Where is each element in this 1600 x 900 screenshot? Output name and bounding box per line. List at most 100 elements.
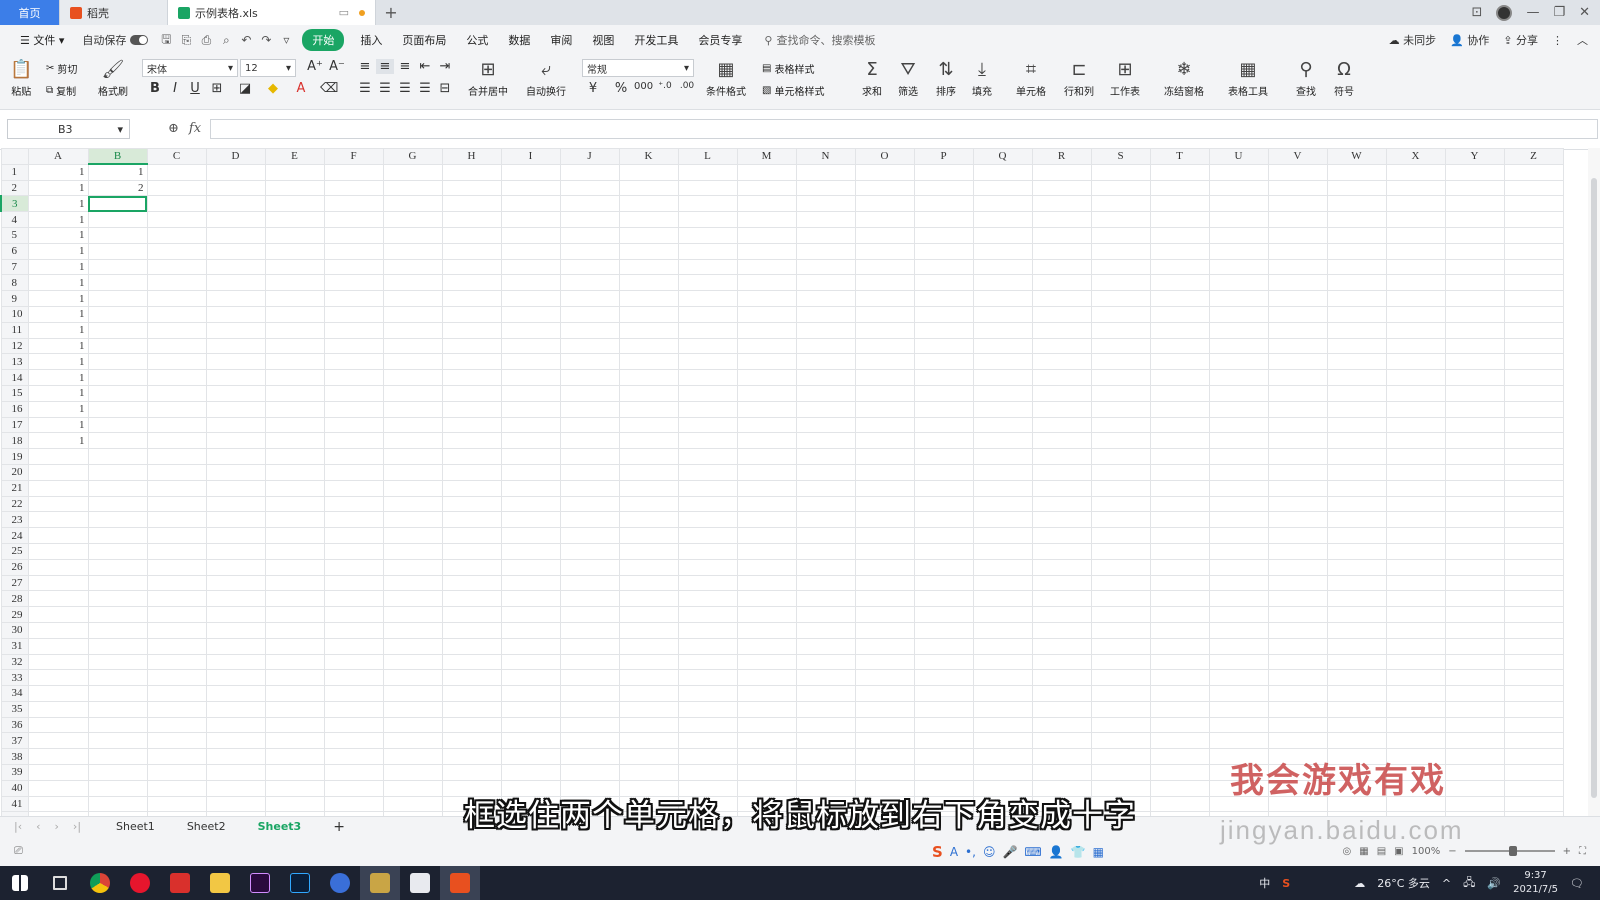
monitor-icon[interactable]: ▭ (339, 6, 349, 19)
cell-y27[interactable] (1444, 574, 1505, 592)
language-indicator[interactable]: 中 (1259, 875, 1270, 891)
cell-h12[interactable] (441, 337, 502, 355)
cell-n1[interactable] (795, 163, 856, 181)
cell-w13[interactable] (1326, 353, 1387, 371)
cell-h8[interactable] (441, 274, 502, 292)
close-icon[interactable]: ✕ (1579, 5, 1590, 20)
cell-e15[interactable] (264, 384, 325, 402)
cell-j35[interactable] (559, 700, 620, 718)
cell-i17[interactable] (500, 416, 561, 434)
cell-w16[interactable] (1326, 400, 1387, 418)
cell-q3[interactable] (972, 195, 1033, 213)
cell-d23[interactable] (205, 511, 266, 529)
cell-j26[interactable] (559, 558, 620, 576)
cell-i31[interactable] (500, 637, 561, 655)
cell-r8[interactable] (1031, 274, 1092, 292)
cell-x7[interactable] (1385, 258, 1446, 276)
cell-s15[interactable] (1090, 384, 1151, 402)
cell-i13[interactable] (500, 353, 561, 371)
cell-v8[interactable] (1267, 274, 1328, 292)
column-header-h[interactable]: H (441, 148, 502, 165)
cell-k11[interactable] (618, 321, 679, 339)
cell-j23[interactable] (559, 511, 620, 529)
cell-c30[interactable] (146, 621, 207, 639)
cell-k14[interactable] (618, 369, 679, 386)
cell-v32[interactable] (1267, 653, 1328, 671)
cell-t6[interactable] (1149, 242, 1210, 260)
cell-k13[interactable] (618, 353, 679, 371)
cell-m28[interactable] (736, 590, 797, 608)
cell-f19[interactable] (323, 448, 384, 465)
cell-r24[interactable] (1031, 527, 1092, 544)
cell-q30[interactable] (972, 621, 1033, 639)
cell-y19[interactable] (1444, 448, 1505, 465)
cell-s6[interactable] (1090, 242, 1151, 260)
cell-n38[interactable] (795, 748, 856, 766)
cell-s12[interactable] (1090, 337, 1151, 355)
cell-v11[interactable] (1267, 321, 1328, 339)
person-icon[interactable]: 👤 (1049, 845, 1064, 859)
cell-h31[interactable] (441, 637, 502, 655)
font-size-select[interactable]: 12 ▾ (240, 59, 296, 77)
cell-u24[interactable] (1208, 527, 1269, 544)
cell-j30[interactable] (559, 621, 620, 639)
cell-u19[interactable] (1208, 448, 1269, 465)
column-header-b[interactable]: B (87, 148, 148, 166)
cell-e25[interactable] (264, 542, 325, 560)
cell-y8[interactable] (1444, 274, 1505, 292)
cell-t37[interactable] (1149, 732, 1210, 750)
cell-t39[interactable] (1149, 764, 1210, 781)
cell-b12[interactable] (87, 337, 148, 355)
print-icon[interactable]: ⎙ (198, 33, 214, 48)
column-header-q[interactable]: Q (972, 148, 1033, 165)
cell-h21[interactable] (441, 479, 502, 497)
cell-m22[interactable] (736, 495, 797, 513)
cell-w34[interactable] (1326, 685, 1387, 702)
cell-y25[interactable] (1444, 542, 1505, 560)
row-header[interactable]: 38 (0, 748, 29, 766)
cell-x15[interactable] (1385, 384, 1446, 402)
cell-o22[interactable] (854, 495, 915, 513)
cell-v17[interactable] (1267, 416, 1328, 434)
cell-x13[interactable] (1385, 353, 1446, 371)
cell-y3[interactable] (1444, 195, 1505, 213)
cell-x1[interactable] (1385, 163, 1446, 181)
cell-c34[interactable] (146, 685, 207, 702)
cell-m20[interactable] (736, 463, 797, 481)
cell-q25[interactable] (972, 542, 1033, 560)
cell-z18[interactable] (1503, 432, 1564, 450)
cell-t34[interactable] (1149, 685, 1210, 702)
cell-v3[interactable] (1267, 195, 1328, 213)
cell-r26[interactable] (1031, 558, 1092, 576)
cell-f8[interactable] (323, 274, 384, 292)
cell-z27[interactable] (1503, 574, 1564, 592)
cell-o38[interactable] (854, 748, 915, 766)
cell-w5[interactable] (1326, 226, 1387, 244)
cell-f21[interactable] (323, 479, 384, 497)
cell-p27[interactable] (913, 574, 974, 592)
cell-m12[interactable] (736, 337, 797, 355)
cell-s4[interactable] (1090, 211, 1151, 228)
cell-r27[interactable] (1031, 574, 1092, 592)
cell-t11[interactable] (1149, 321, 1210, 339)
cell-k6[interactable] (618, 242, 679, 260)
cell-m7[interactable] (736, 258, 797, 276)
column-header-m[interactable]: M (736, 148, 797, 165)
cell-y20[interactable] (1444, 463, 1505, 481)
collapse-ribbon-icon[interactable]: ︿ (1577, 32, 1588, 48)
cell-b10[interactable] (87, 305, 148, 323)
cell-g8[interactable] (382, 274, 443, 292)
cell-w23[interactable] (1326, 511, 1387, 529)
cell-r15[interactable] (1031, 384, 1092, 402)
cell-d30[interactable] (205, 621, 266, 639)
cell-d11[interactable] (205, 321, 266, 339)
cell-z28[interactable] (1503, 590, 1564, 608)
cell-z9[interactable] (1503, 290, 1564, 307)
cell-a18[interactable]: 1 (27, 432, 89, 450)
cell-x6[interactable] (1385, 242, 1446, 260)
cell-l5[interactable] (677, 226, 738, 244)
eye-protection-icon[interactable]: ◎ (1343, 846, 1352, 857)
cell-v25[interactable] (1267, 542, 1328, 560)
cell-u30[interactable] (1208, 621, 1269, 639)
conditional-format-button[interactable]: ▦ 条件格式 (706, 59, 746, 98)
